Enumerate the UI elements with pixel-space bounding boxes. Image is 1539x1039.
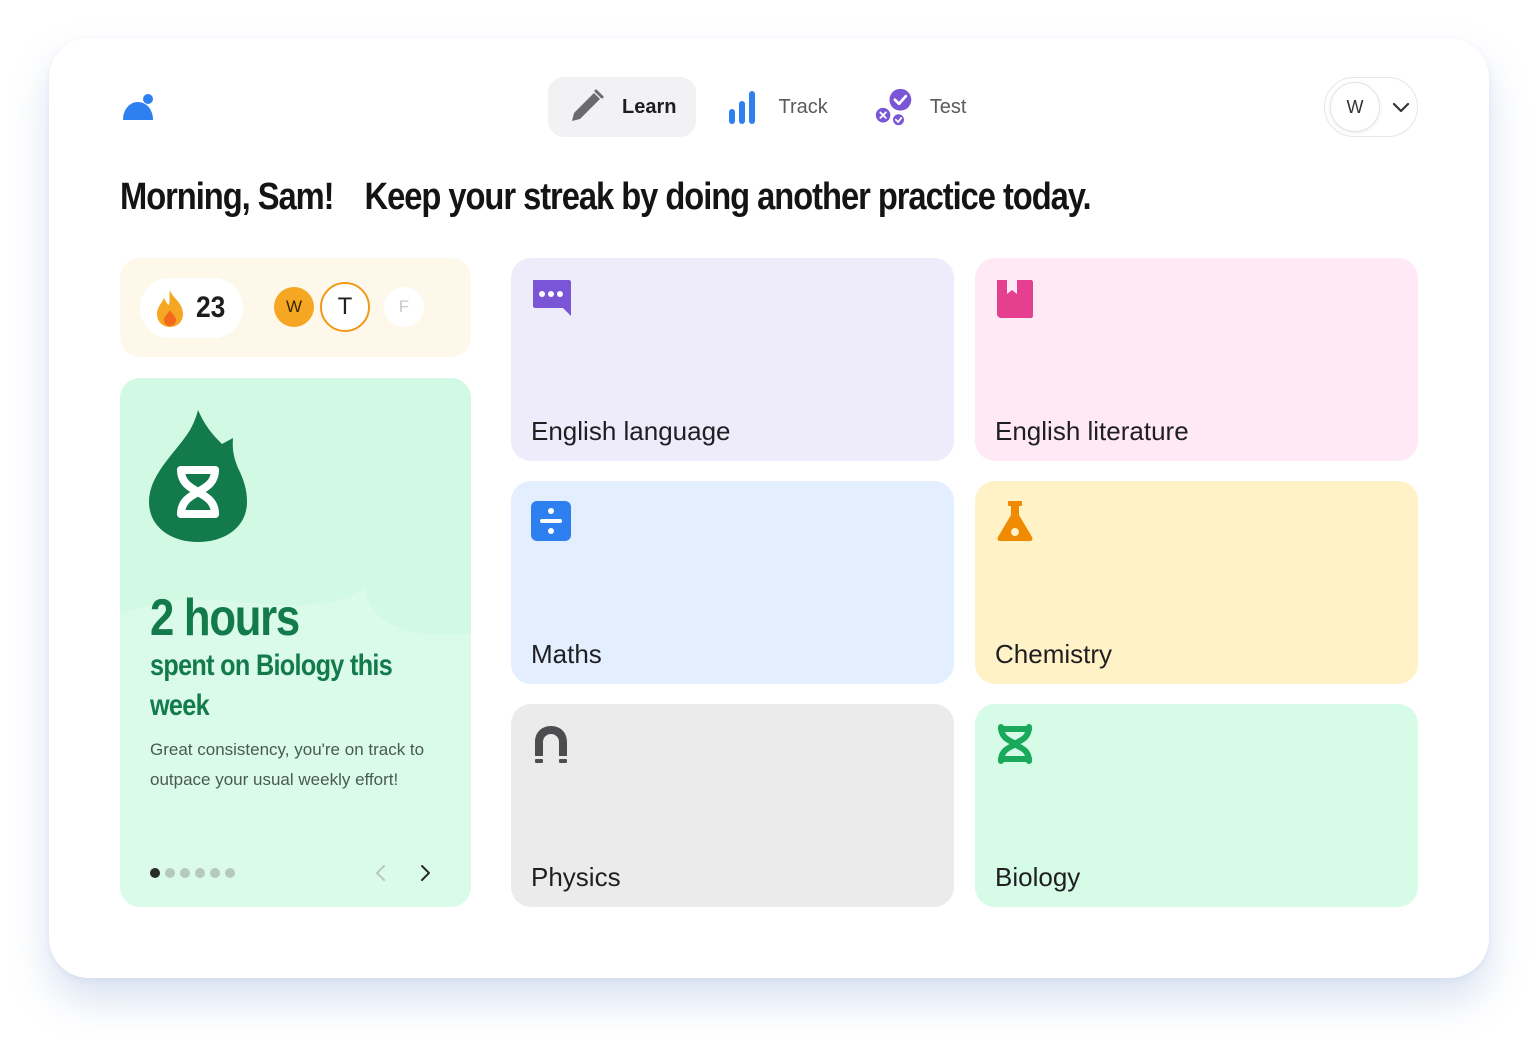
flask-icon	[997, 501, 1033, 541]
flame-icon	[157, 290, 183, 327]
pager-dot[interactable]	[165, 868, 175, 878]
previous-button[interactable]	[368, 860, 394, 886]
subject-label: Biology	[995, 862, 1081, 892]
app-logo[interactable]	[122, 94, 154, 122]
avatar: W	[1330, 82, 1380, 132]
subject-label: Physics	[531, 862, 621, 892]
account-menu[interactable]: W	[1324, 77, 1418, 137]
magnet-icon	[535, 726, 567, 763]
pager-dot[interactable]	[210, 868, 220, 878]
bar-chart-icon	[722, 87, 762, 127]
tab-test-label: Test	[929, 95, 967, 118]
subject-english-literature[interactable]: English literature	[975, 258, 1418, 461]
tab-track[interactable]: Track	[704, 77, 847, 137]
subject-label: English language	[531, 416, 731, 446]
chevron-left-icon	[376, 865, 385, 881]
speech-bubble-icon	[533, 280, 571, 316]
subject-maths[interactable]: Maths	[511, 481, 954, 684]
insight-subtitle: spent on Biology this week	[150, 649, 393, 722]
streak-card: 23 W T F	[120, 258, 471, 357]
tab-learn[interactable]: Learn	[548, 77, 697, 137]
greeting: Morning, Sam!	[120, 176, 335, 218]
pager-dot[interactable]	[180, 868, 190, 878]
streak-count: 23	[196, 291, 226, 324]
divide-icon	[531, 501, 571, 541]
biology-drop-icon	[149, 410, 247, 542]
subject-chemistry[interactable]: Chemistry	[975, 481, 1418, 684]
subject-label: Chemistry	[995, 639, 1113, 669]
pager-dot[interactable]	[225, 868, 235, 878]
streak-counter: 23	[140, 278, 243, 338]
tab-learn-label: Learn	[622, 95, 677, 118]
day-wednesday: W	[274, 287, 314, 327]
day-friday: F	[384, 287, 424, 327]
next-button[interactable]	[412, 860, 438, 886]
page-heading: Morning, Sam! Keep your streak by doing a…	[120, 176, 1092, 219]
subject-physics[interactable]: Physics	[511, 704, 954, 907]
insight-title: 2 hours	[150, 589, 300, 647]
day-thursday: T	[320, 282, 370, 332]
pager-dots	[150, 868, 240, 878]
chevron-right-icon	[421, 865, 430, 881]
main-nav: Learn Track Test	[548, 77, 994, 137]
subject-biology[interactable]: Biology	[975, 704, 1418, 907]
tab-test[interactable]: Test	[856, 77, 987, 137]
tab-track-label: Track	[778, 95, 828, 118]
chevron-down-icon	[1392, 102, 1410, 113]
insight-body: Great consistency, you're on track to ou…	[150, 740, 425, 789]
book-icon	[997, 280, 1033, 318]
subject-english-language[interactable]: English language	[511, 258, 954, 461]
check-badges-icon	[874, 87, 914, 127]
pencil-icon	[566, 87, 606, 127]
subject-label: English literature	[995, 416, 1189, 446]
dna-icon	[998, 724, 1032, 764]
subject-label: Maths	[531, 639, 602, 669]
insight-card: 2 hours spent on Biology this week Great…	[120, 378, 471, 907]
pager-dot[interactable]	[150, 868, 160, 878]
pager-dot[interactable]	[195, 868, 205, 878]
app-window: Learn Track Test W Morning, Sam! Keep yo…	[49, 38, 1489, 978]
streak-message: Keep your streak by doing another practi…	[364, 176, 1091, 218]
